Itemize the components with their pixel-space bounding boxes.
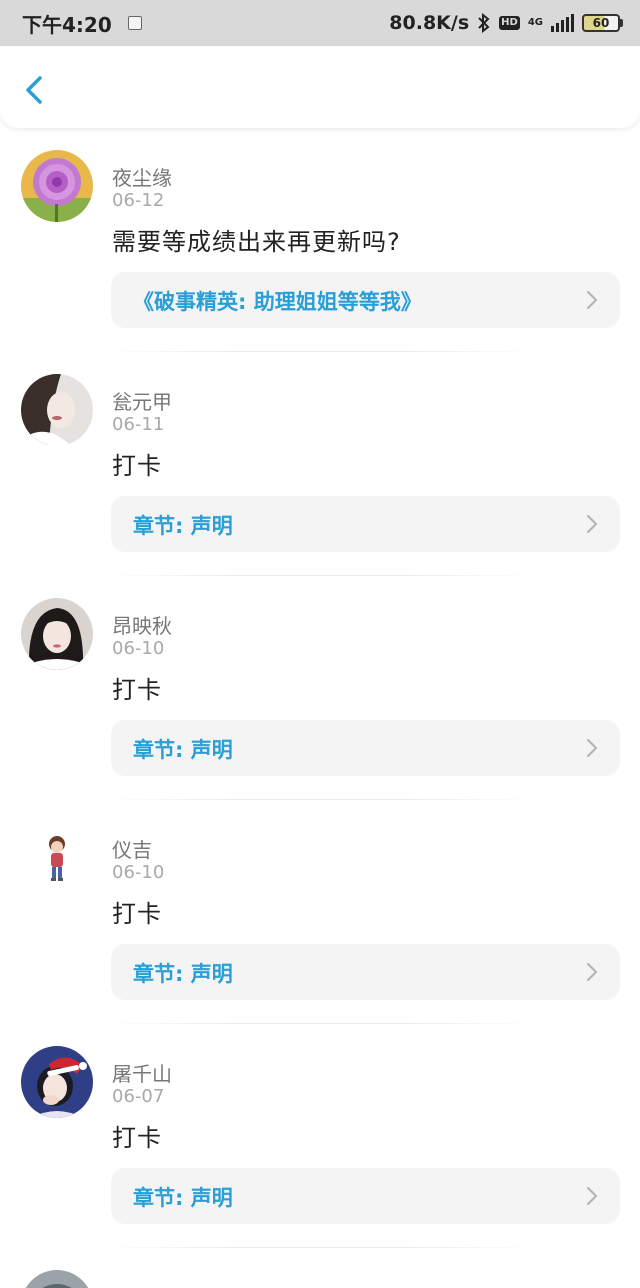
comment-text: 打卡 — [112, 452, 162, 480]
chapter-link-card[interactable]: 章节: 声明 — [111, 1168, 620, 1224]
avatar[interactable] — [21, 1046, 93, 1118]
avatar[interactable] — [21, 374, 93, 446]
avatar[interactable] — [21, 150, 93, 222]
comment-item: 昂映秋 06-10 打卡 章节: 声明 — [0, 576, 640, 800]
comment-date: 06-12 — [112, 190, 165, 211]
comment-username[interactable]: 仪吉 — [112, 834, 152, 863]
chapter-link-label: 章节: 声明 — [133, 514, 233, 538]
back-arrow-icon — [26, 76, 42, 104]
avatar[interactable] — [21, 598, 93, 670]
avatar-partial-icon — [21, 1270, 93, 1288]
comment-date: 06-10 — [112, 862, 165, 883]
comment-date: 06-10 — [112, 638, 165, 659]
top-nav-bar — [0, 46, 640, 128]
comment-username[interactable]: 夜尘缘 — [112, 162, 172, 191]
chevron-right-icon — [586, 514, 598, 534]
book-link-card[interactable]: 《破事精英: 助理姐姐等等我》 — [111, 272, 620, 328]
comment-item: 屠千山 06-07 打卡 章节: 声明 — [0, 1024, 640, 1248]
comment-item: 仪吉 06-10 打卡 章节: 声明 — [0, 800, 640, 1024]
purple-flower-avatar-icon — [21, 150, 93, 222]
chevron-right-icon — [586, 290, 598, 310]
chapter-link-label: 章节: 声明 — [133, 962, 233, 986]
comment-date: 06-07 — [112, 1086, 165, 1107]
network-type: 4G — [527, 17, 543, 28]
cartoon-boy-avatar-icon — [21, 822, 93, 894]
battery-level: 60 — [592, 16, 610, 30]
hd-icon: HD — [499, 16, 520, 30]
girl-dark-avatar-icon — [21, 598, 93, 670]
comment-text: 打卡 — [112, 1124, 162, 1152]
chevron-right-icon — [586, 962, 598, 982]
chapter-link-card[interactable]: 章节: 声明 — [111, 720, 620, 776]
comment-item-partial — [0, 1248, 640, 1288]
comment-item: 夜尘缘 06-12 需要等成绩出来再更新吗? 《破事精英: 助理姐姐等等我》 — [0, 128, 640, 352]
chapter-link-card[interactable]: 章节: 声明 — [111, 944, 620, 1000]
status-time: 下午4:20 — [22, 12, 112, 37]
girl-gray-avatar-icon — [21, 374, 93, 446]
chevron-right-icon — [586, 1186, 598, 1206]
comment-username[interactable]: 瓮元甲 — [112, 386, 172, 415]
comment-date: 06-11 — [112, 414, 165, 435]
back-button[interactable] — [18, 70, 54, 110]
network-speed: 80.8K/s — [389, 12, 470, 34]
comment-list: 夜尘缘 06-12 需要等成绩出来再更新吗? 《破事精英: 助理姐姐等等我》 瓮… — [0, 128, 640, 1288]
comment-text: 打卡 — [112, 900, 162, 928]
avatar[interactable] — [21, 1270, 93, 1288]
chapter-link-label: 章节: 声明 — [133, 1186, 233, 1210]
status-bar: 下午4:20 80.8K/s HD 4G 60 — [0, 0, 640, 46]
comment-text: 需要等成绩出来再更新吗? — [112, 228, 401, 256]
comment-item: 瓮元甲 06-11 打卡 章节: 声明 — [0, 352, 640, 576]
chevron-right-icon — [586, 738, 598, 758]
bluetooth-icon — [478, 13, 490, 33]
santa-hat-girl-avatar-icon — [21, 1046, 93, 1118]
notification-icon — [127, 16, 142, 30]
chapter-link-label: 章节: 声明 — [133, 738, 233, 762]
signal-icon — [551, 14, 574, 32]
comment-text: 打卡 — [112, 676, 162, 704]
comment-username[interactable]: 昂映秋 — [112, 610, 172, 639]
avatar[interactable] — [21, 822, 93, 894]
comment-username[interactable]: 屠千山 — [112, 1058, 172, 1087]
battery-icon: 60 — [582, 14, 623, 32]
book-link-label: 《破事精英: 助理姐姐等等我》 — [133, 290, 422, 314]
chapter-link-card[interactable]: 章节: 声明 — [111, 496, 620, 552]
